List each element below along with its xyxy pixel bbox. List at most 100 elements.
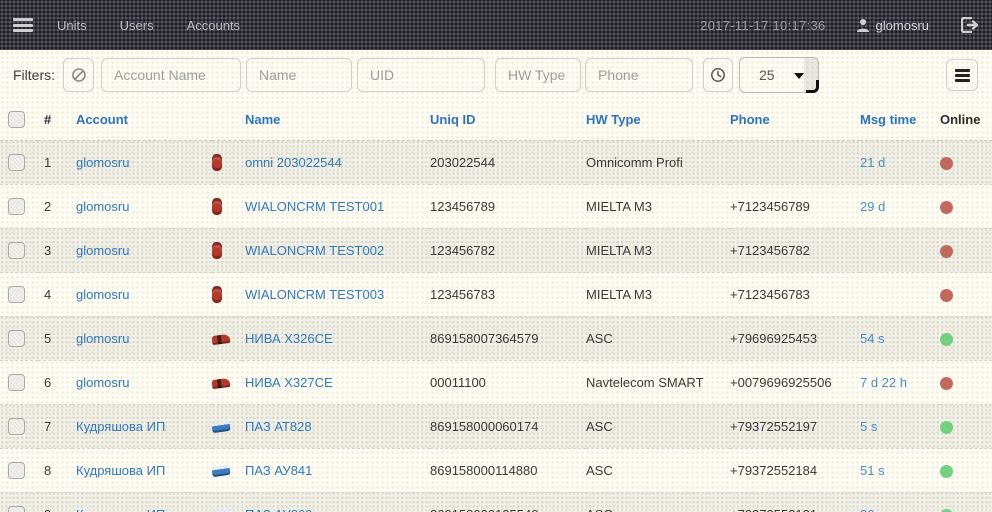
- online-status-dot: [940, 157, 953, 170]
- row-checkbox[interactable]: [8, 154, 25, 171]
- hw-type-cell: Navtelecom SMART: [586, 360, 730, 404]
- msg-time-filter-button[interactable]: [703, 58, 733, 92]
- row-checkbox[interactable]: [8, 418, 25, 435]
- account-link[interactable]: Кудряшова ИП: [76, 507, 165, 512]
- table-header-row: # Account Name Uniq ID HW Type Phone Msg…: [0, 100, 992, 140]
- header-online: Online: [940, 100, 992, 140]
- unit-type-icon: [211, 465, 230, 477]
- online-status-dot: [940, 245, 953, 258]
- row-number: 2: [38, 184, 72, 228]
- list-icon: [955, 69, 970, 72]
- nav-item-units[interactable]: Units: [57, 18, 87, 33]
- username-label: glomosru: [876, 18, 929, 33]
- nav-item-users[interactable]: Users: [120, 18, 154, 33]
- nav-item-accounts[interactable]: Accounts: [187, 18, 240, 33]
- unit-name-link[interactable]: ПАЗ АТ828: [245, 419, 312, 434]
- unit-name-link[interactable]: ПАЗ АУ860: [245, 507, 312, 512]
- account-link[interactable]: glomosru: [76, 287, 129, 302]
- units-table: # Account Name Uniq ID HW Type Phone Msg…: [0, 100, 992, 512]
- unit-name-link[interactable]: WIALONCRM TEST001: [245, 199, 384, 214]
- msg-time-link[interactable]: 29 d: [860, 199, 885, 214]
- clear-filters-button[interactable]: [63, 58, 94, 92]
- chevron-down-icon: [794, 73, 804, 79]
- unit-type-icon: [212, 333, 231, 344]
- msg-time-link[interactable]: 7 d 22 h: [860, 375, 907, 390]
- row-number: 7: [38, 404, 72, 448]
- hw-type-cell: ASC: [586, 492, 730, 512]
- row-number: 8: [38, 448, 72, 492]
- table-row: 3 glomosru WIALONCRM TEST002 123456782 M…: [0, 228, 992, 272]
- unit-type-icon: [212, 286, 222, 303]
- hw-type-cell: MIELTA M3: [586, 228, 730, 272]
- clock-icon: [710, 67, 726, 83]
- filter-hw-type-input[interactable]: [495, 58, 581, 92]
- hw-type-cell: MIELTA M3: [586, 184, 730, 228]
- filter-phone-input[interactable]: [585, 58, 693, 92]
- logout-icon[interactable]: [961, 17, 978, 33]
- top-navbar: Units Users Accounts 2017-11-17 10:17:36…: [0, 0, 992, 50]
- table-row: 7 Кудряшова ИП ПАЗ АТ828 869158000060174…: [0, 404, 992, 448]
- account-link[interactable]: glomosru: [76, 155, 129, 170]
- hw-type-cell: ASC: [586, 316, 730, 360]
- header-hw-type[interactable]: HW Type: [586, 100, 730, 140]
- unit-name-link[interactable]: WIALONCRM TEST002: [245, 243, 384, 258]
- account-link[interactable]: glomosru: [76, 243, 129, 258]
- account-link[interactable]: Кудряшова ИП: [76, 419, 165, 434]
- msg-time-link[interactable]: 36 s: [860, 507, 885, 512]
- columns-menu-button[interactable]: [946, 59, 978, 91]
- unit-type-icon: [212, 377, 231, 388]
- msg-time-link[interactable]: 21 d: [860, 155, 885, 170]
- filter-account-name-input[interactable]: [101, 58, 241, 92]
- unit-type-icon: [212, 198, 222, 215]
- row-checkbox[interactable]: [8, 242, 25, 259]
- phone-cell: +79372552181: [730, 492, 860, 512]
- msg-time-link[interactable]: 5 s: [860, 419, 877, 434]
- unit-type-icon: [212, 242, 222, 259]
- row-checkbox[interactable]: [8, 374, 25, 391]
- phone-cell: +7123456789: [730, 184, 860, 228]
- header-uniq-id[interactable]: Uniq ID: [430, 100, 586, 140]
- row-checkbox[interactable]: [8, 462, 25, 479]
- page-size-value: 25: [759, 67, 775, 83]
- uniq-id-cell: 203022544: [430, 140, 586, 184]
- uniq-id-cell: 00011100: [430, 360, 586, 404]
- row-checkbox[interactable]: [8, 330, 25, 347]
- hw-type-cell: Omnicomm Profi: [586, 140, 730, 184]
- filter-name-input[interactable]: [246, 58, 352, 92]
- unit-name-link[interactable]: omni 203022544: [245, 155, 342, 170]
- row-checkbox[interactable]: [8, 286, 25, 303]
- menu-burger-icon[interactable]: [13, 18, 33, 32]
- hw-type-cell: ASC: [586, 448, 730, 492]
- unit-name-link[interactable]: ПАЗ АУ841: [245, 463, 312, 478]
- phone-cell: +0079696925506: [730, 360, 860, 404]
- header-name[interactable]: Name: [242, 100, 430, 140]
- account-link[interactable]: glomosru: [76, 375, 129, 390]
- row-checkbox[interactable]: [8, 198, 25, 215]
- filter-uid-input[interactable]: [357, 58, 485, 92]
- table-body: 1 glomosru omni 203022544 203022544 Omni…: [0, 140, 992, 512]
- header-phone[interactable]: Phone: [730, 100, 860, 140]
- cancel-icon: [71, 67, 87, 83]
- header-account[interactable]: Account: [72, 100, 212, 140]
- table-row: 6 glomosru НИВА X327CE 00011100 Navtelec…: [0, 360, 992, 404]
- row-number: 6: [38, 360, 72, 404]
- header-msg-time[interactable]: Msg time: [860, 100, 940, 140]
- msg-time-link[interactable]: 51 s: [860, 463, 885, 478]
- phone-cell: [730, 140, 860, 184]
- select-all-checkbox[interactable]: [8, 111, 25, 128]
- row-number: 5: [38, 316, 72, 360]
- unit-name-link[interactable]: WIALONCRM TEST003: [245, 287, 384, 302]
- account-link[interactable]: glomosru: [76, 331, 129, 346]
- user-menu[interactable]: glomosru: [856, 18, 929, 33]
- table-row: 1 glomosru omni 203022544 203022544 Omni…: [0, 140, 992, 184]
- online-status-dot: [940, 289, 953, 302]
- page-size-select[interactable]: 25: [739, 57, 819, 93]
- account-link[interactable]: Кудряшова ИП: [76, 463, 165, 478]
- online-status-dot: [940, 201, 953, 214]
- unit-name-link[interactable]: НИВА X327CE: [245, 375, 333, 390]
- row-checkbox[interactable]: [8, 506, 25, 512]
- table-row: 2 glomosru WIALONCRM TEST001 123456789 M…: [0, 184, 992, 228]
- unit-name-link[interactable]: НИВА X326CE: [245, 331, 333, 346]
- account-link[interactable]: glomosru: [76, 199, 129, 214]
- msg-time-link[interactable]: 54 s: [860, 331, 885, 346]
